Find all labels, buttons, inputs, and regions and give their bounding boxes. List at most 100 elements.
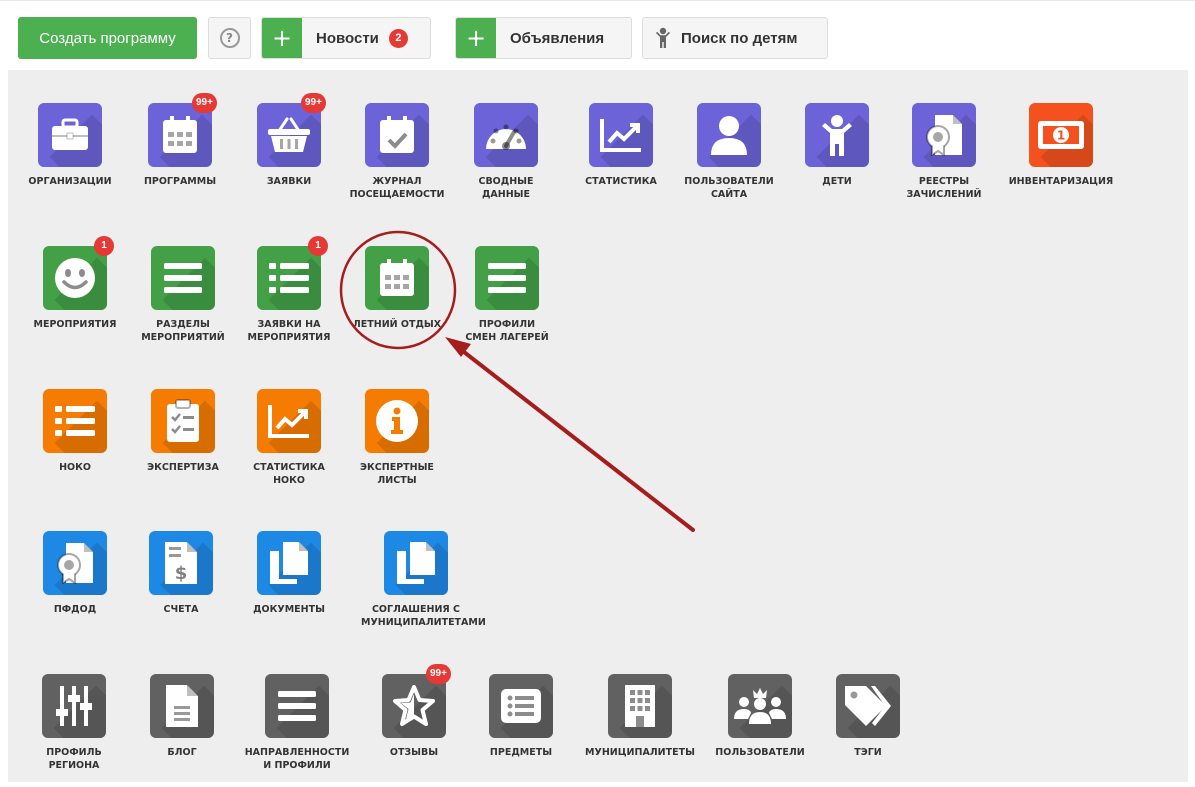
module-label[interactable]: ПФДОД [20,603,130,616]
chart-line-icon[interactable] [589,103,653,167]
module-tile-certificate[interactable]: ПФДОД [20,531,130,616]
module-label[interactable]: ПРОГРАММЫ [125,175,235,188]
bars-icon[interactable] [265,674,329,738]
module-label[interactable]: СТАТИСТИКА [566,175,676,188]
module-tile-bars[interactable]: РАЗДЕЛЫ МЕРОПРИЯТИЙ [128,246,238,344]
bars-icon[interactable] [475,246,539,310]
bars-icon[interactable] [151,246,215,310]
module-tile-calendar[interactable]: ЛЕТНИЙ ОТДЫХ [342,246,452,331]
module-label[interactable]: СВОДНЫЕ ДАННЫЕ [451,175,561,201]
module-tile-star[interactable]: 99+ ОТЗЫВЫ [359,664,469,759]
module-label[interactable]: ПОЛЬЗОВАТЕЛИ САЙТА [674,175,784,201]
announcements-button[interactable]: + Объявления [455,17,632,59]
module-tile-tags[interactable]: ТЭГИ [813,674,923,759]
module-tile-chart-line[interactable]: СТАТИСТИКА НОКО [234,389,344,487]
copy-icon[interactable] [384,531,448,595]
module-label[interactable]: МУНИЦИПАЛИТЕТЫ [585,746,695,759]
module-label[interactable]: ПРЕДМЕТЫ [466,746,576,759]
copy-icon[interactable] [257,531,321,595]
module-tile-certificate[interactable]: РЕЕСТРЫ ЗАЧИСЛЕНИЙ [889,103,999,201]
users-crown-icon[interactable] [728,674,792,738]
module-label[interactable]: СОГЛАШЕНИЯ С МУНИЦИПАЛИТЕТАМИ [361,603,486,629]
building-icon[interactable] [608,674,672,738]
tags-icon[interactable] [836,674,900,738]
module-tile-chart-line[interactable]: СТАТИСТИКА [566,103,676,188]
module-label[interactable]: ТЭГИ [813,746,923,759]
module-label[interactable]: ПРОФИЛЬ РЕГИОНА [19,746,129,772]
module-label[interactable]: ЗАЯВКИ НА МЕРОПРИЯТИЯ [234,318,344,344]
file-text-icon[interactable] [150,674,214,738]
module-label[interactable]: РАЗДЕЛЫ МЕРОПРИЯТИЙ [128,318,238,344]
module-label[interactable]: ЭКСПЕРТИЗА [128,461,238,474]
sliders-icon[interactable] [42,674,106,738]
list-icon[interactable] [257,246,321,310]
chart-line-icon[interactable] [257,389,321,453]
create-program-button[interactable]: Создать программу [18,17,197,59]
module-label[interactable]: ОРГАНИЗАЦИИ [15,175,125,188]
module-tile-briefcase[interactable]: ОРГАНИЗАЦИИ [15,103,125,188]
module-tile-smile[interactable]: 1 МЕРОПРИЯТИЯ [20,236,130,331]
calendar-icon[interactable] [365,246,429,310]
module-tile-basket[interactable]: 99+ ЗАЯВКИ [234,93,344,188]
module-label[interactable]: ЭКСПЕРТНЫЕ ЛИСТЫ [342,461,452,487]
module-tile-list[interactable]: 1 ЗАЯВКИ НА МЕРОПРИЯТИЯ [234,236,344,344]
notification-badge: 1 [94,236,114,256]
module-tile-users-crown[interactable]: ПОЛЬЗОВАТЕЛИ [705,674,815,759]
module-label[interactable]: СЧЕТА [126,603,236,616]
module-tile-invoice-dollar[interactable]: $ СЧЕТА [126,531,236,616]
module-tile-file-text[interactable]: БЛОГ [127,674,237,759]
module-label[interactable]: ДОКУМЕНТЫ [234,603,344,616]
module-label[interactable]: НАПРАВЛЕННОСТИ И ПРОФИЛИ [242,746,352,772]
module-tile-list[interactable]: НОКО [20,389,130,474]
module-label[interactable]: ОТЗЫВЫ [359,746,469,759]
module-tile-info[interactable]: ЭКСПЕРТНЫЕ ЛИСТЫ [342,389,452,487]
module-tile-clipboard-check[interactable]: ЭКСПЕРТИЗА [128,389,238,474]
certificate-icon[interactable] [43,531,107,595]
children-search-button[interactable]: Поиск по детям [642,17,828,59]
plus-icon[interactable]: + [456,18,496,58]
module-label[interactable]: МЕРОПРИЯТИЯ [20,318,130,331]
module-label[interactable]: РЕЕСТРЫ ЗАЧИСЛЕНИЙ [889,175,999,201]
module-tile-calendar-check[interactable]: ЖУРНАЛ ПОСЕЩАЕМОСТИ [342,103,452,201]
news-label: Новости 2 [302,28,422,48]
module-label[interactable]: НОКО [20,461,130,474]
module-tile-calendar[interactable]: 99+ ПРОГРАММЫ [125,93,235,188]
module-tile-sliders[interactable]: ПРОФИЛЬ РЕГИОНА [19,674,129,772]
news-count-badge: 2 [388,28,408,48]
module-tile-bars[interactable]: НАПРАВЛЕННОСТИ И ПРОФИЛИ [242,674,352,772]
info-icon[interactable] [365,389,429,453]
news-button[interactable]: + Новости 2 [261,17,431,59]
user-icon[interactable] [697,103,761,167]
module-label[interactable]: БЛОГ [127,746,237,759]
smile-icon[interactable] [43,246,107,310]
invoice-dollar-icon[interactable]: $ [149,531,213,595]
module-label[interactable]: ПОЛЬЗОВАТЕЛИ [705,746,815,759]
module-tile-gauge[interactable]: СВОДНЫЕ ДАННЫЕ [451,103,561,201]
list-icon[interactable] [43,389,107,453]
calendar-check-icon[interactable] [365,103,429,167]
gauge-icon[interactable] [474,103,538,167]
list-alt-icon[interactable] [489,674,553,738]
module-label[interactable]: ПРОФИЛИ СМЕН ЛАГЕРЕЙ [452,318,562,344]
module-tile-copy[interactable]: СОГЛАШЕНИЯ С МУНИЦИПАЛИТЕТАМИ [361,531,486,629]
briefcase-icon[interactable] [38,103,102,167]
module-tile-money-bill[interactable]: 1 ИНВЕНТАРИЗАЦИЯ [1006,103,1116,188]
module-label[interactable]: ЗАЯВКИ [234,175,344,188]
module-label[interactable]: ДЕТИ [782,175,892,188]
child-icon[interactable] [805,103,869,167]
module-tile-user[interactable]: ПОЛЬЗОВАТЕЛИ САЙТА [674,103,784,201]
help-button[interactable]: ? [208,17,251,59]
module-tile-child[interactable]: ДЕТИ [782,103,892,188]
module-tile-list-alt[interactable]: ПРЕДМЕТЫ [466,674,576,759]
module-tile-copy[interactable]: ДОКУМЕНТЫ [234,531,344,616]
clipboard-check-icon[interactable] [151,389,215,453]
module-label[interactable]: ЖУРНАЛ ПОСЕЩАЕМОСТИ [342,175,452,201]
module-label[interactable]: ЛЕТНИЙ ОТДЫХ [342,318,452,331]
module-tile-building[interactable]: МУНИЦИПАЛИТЕТЫ [585,674,695,759]
module-label[interactable]: ИНВЕНТАРИЗАЦИЯ [1006,175,1116,188]
certificate-icon[interactable] [912,103,976,167]
module-tile-bars[interactable]: ПРОФИЛИ СМЕН ЛАГЕРЕЙ [452,246,562,344]
plus-icon[interactable]: + [262,18,302,58]
money-bill-icon[interactable]: 1 [1029,103,1093,167]
module-label[interactable]: СТАТИСТИКА НОКО [234,461,344,487]
